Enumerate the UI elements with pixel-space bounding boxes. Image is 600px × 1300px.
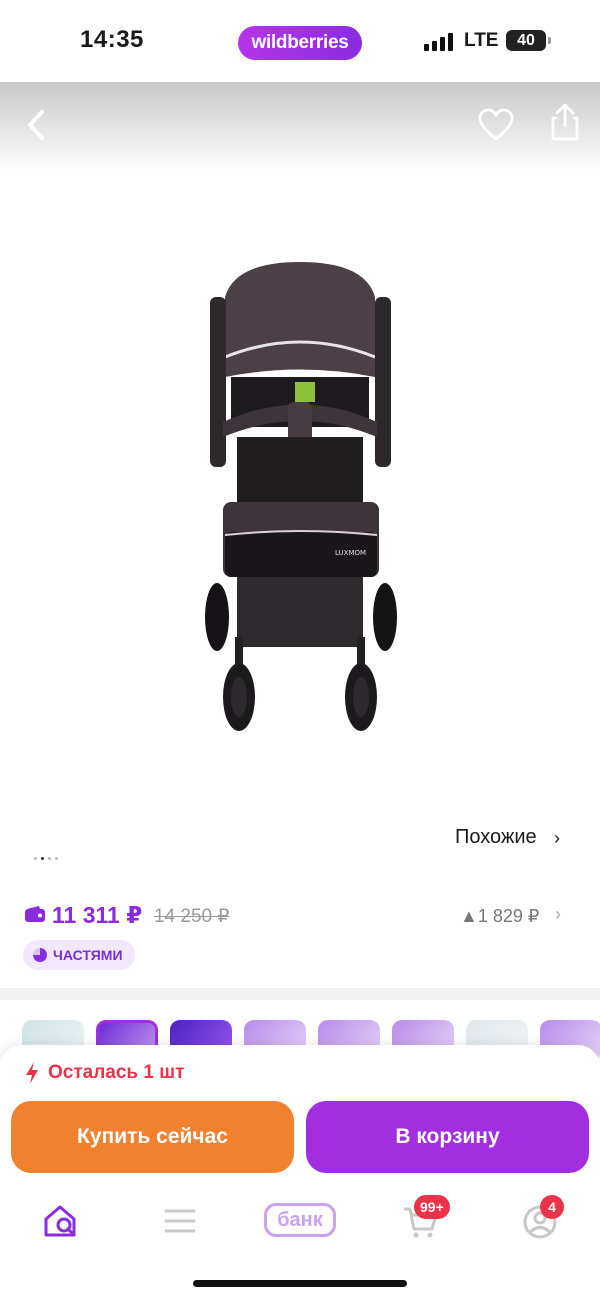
price-delta[interactable]: ▲1 829 ₽	[460, 906, 539, 927]
chevron-right-icon[interactable]: ›	[554, 828, 560, 849]
pie-chart-icon	[33, 948, 47, 962]
current-price: 11 311 ₽	[52, 902, 143, 928]
wallet-icon	[25, 906, 45, 922]
purchase-sheet: Осталась 1 шт Купить сейчас В корзину	[0, 1045, 600, 1300]
bank-tab[interactable]: банк	[264, 1203, 336, 1237]
old-price: 14 250 ₽	[154, 906, 230, 927]
signal-icon	[424, 33, 454, 51]
price-section: 11 311 ₽ 14 250 ₽ ▲1 829 ₽ › ЧАСТЯМИ	[0, 870, 600, 988]
stroller-image: LUXMOM	[205, 262, 397, 731]
brand-logo: wildberries	[238, 26, 362, 60]
similar-link[interactable]: Похожие	[455, 826, 537, 849]
share-icon[interactable]	[548, 102, 582, 142]
installments-label: ЧАСТЯМИ	[53, 947, 123, 963]
battery-icon: 40	[506, 30, 551, 51]
heart-icon[interactable]	[478, 108, 514, 142]
product-gallery[interactable]: LUXMOM	[0, 82, 600, 870]
buy-now-button[interactable]: Купить сейчас	[11, 1101, 294, 1173]
add-to-cart-button[interactable]: В корзину	[306, 1101, 589, 1173]
home-indicator[interactable]	[193, 1280, 407, 1287]
home-search-icon[interactable]	[40, 1201, 84, 1241]
bottom-navigation: банк 99+ 4	[0, 1185, 600, 1255]
stock-text: Осталась 1 шт	[48, 1062, 185, 1083]
menu-icon[interactable]	[158, 1201, 202, 1241]
chevron-left-icon[interactable]	[22, 108, 52, 142]
gallery-pagination	[34, 847, 74, 860]
svg-text:LUXMOM: LUXMOM	[335, 549, 366, 557]
cart-badge: 99+	[414, 1195, 450, 1219]
chevron-right-icon[interactable]: ›	[555, 904, 561, 925]
network-label: LTE	[464, 30, 499, 51]
installments-badge[interactable]: ЧАСТЯМИ	[23, 940, 135, 970]
status-bar: 14:35 wildberries LTE 40	[0, 0, 600, 82]
lightning-icon	[26, 1062, 38, 1084]
profile-badge: 4	[540, 1195, 564, 1219]
stock-warning: Осталась 1 шт	[24, 1061, 184, 1085]
status-time: 14:35	[80, 26, 144, 53]
